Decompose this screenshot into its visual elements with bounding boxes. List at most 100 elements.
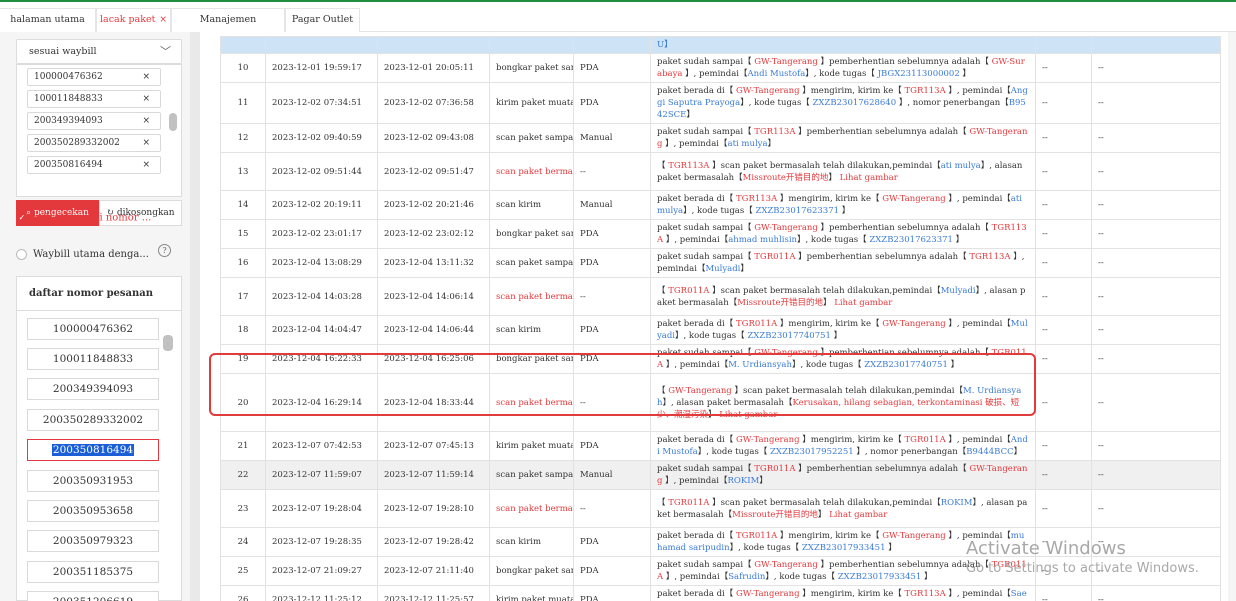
order-item[interactable]: 200350953658 (27, 500, 159, 522)
order-item[interactable]: 200351206619 (27, 591, 159, 601)
detail-link[interactable]: ZXZB23017740751 (864, 360, 948, 370)
table-cell: 2023-12-07 19:28:04 (265, 489, 378, 528)
detail-link[interactable]: ZXZB23017623371 (755, 206, 839, 216)
order-item[interactable]: 200349394093 (27, 378, 159, 400)
order-item-selected[interactable]: 200350816494 (27, 439, 159, 461)
order-item[interactable]: 200350979323 (27, 530, 159, 552)
close-icon[interactable]: × (142, 135, 150, 151)
close-icon[interactable]: × (142, 113, 150, 129)
description-text: 】scan paket bermasalah telah dilakukan,p… (731, 385, 964, 396)
table-cell: 26 (220, 585, 266, 601)
table-cell: -- (1091, 373, 1221, 432)
table-row: 23 2023-12-07 19:28:04 2023-12-07 19:28:10… (220, 489, 1221, 528)
search-type-select[interactable]: sesuai waybill ﹀ (16, 39, 182, 64)
table-cell: 2023-12-04 18:33:44 (377, 373, 490, 432)
detail-link[interactable]: B9444BCC (966, 447, 1013, 457)
description-text: 】scan paket bermasalah telah dilakukan,p… (709, 160, 941, 171)
tab-track-package[interactable]: lacak paket × (96, 8, 171, 34)
order-item[interactable]: 200350931953 (27, 470, 159, 492)
tracking-table: U】 10 2023-12-01 19:59:17 2023-12-01 20:05… (220, 36, 1221, 601)
table-cell: kirim paket muatan (489, 585, 574, 601)
detail-link[interactable]: ROKIM (728, 476, 760, 486)
order-item[interactable]: 100011848833 (27, 348, 159, 370)
detail-link[interactable]: ZXZB23017933451 (838, 572, 922, 582)
table-cell: Manual (573, 123, 651, 153)
close-icon[interactable]: × (142, 91, 150, 107)
description-text: 】, pemindai【 (663, 572, 729, 582)
table-cell: -- (1091, 431, 1221, 461)
description-text: paket berada di【 (657, 589, 736, 599)
table-cell: PDA (573, 219, 651, 249)
close-icon[interactable]: × (142, 69, 150, 85)
tab-home[interactable]: halaman utama (0, 8, 96, 34)
option-main-waybill[interactable]: Waybill utama denga... (16, 249, 149, 260)
event-description: paket berada di【 TGR113A 】mengirim, kiri… (650, 190, 1036, 220)
description-text: 【 (657, 160, 669, 171)
table-cell: Manual (573, 190, 651, 220)
help-icon[interactable]: ? (158, 244, 171, 257)
detail-link[interactable]: ati mulya (941, 161, 981, 171)
location-text: Missroute开错目的地 (737, 297, 823, 308)
tab-outlet-fence[interactable]: Pagar Outlet (285, 8, 360, 34)
table-cell: 10 (220, 53, 266, 83)
detail-link[interactable]: ZXZB23017740751 (747, 331, 831, 341)
detail-link[interactable]: ZXZB23017623371 (869, 235, 953, 245)
order-item[interactable]: 100000476362 (27, 318, 159, 340)
detail-link[interactable]: JBGX23113000002 (878, 69, 960, 79)
order-item[interactable]: 200350289332002 (27, 409, 159, 431)
detail-link[interactable]: Andi Mustofa (748, 69, 806, 79)
table-cell: 2023-12-02 09:43:08 (377, 123, 490, 153)
order-list-scrollbar[interactable] (163, 335, 173, 351)
table-cell: -- (1091, 82, 1221, 124)
table-cell: 2023-12-02 23:01:17 (265, 219, 378, 249)
detail-link[interactable]: ZXZB23017628640 (813, 98, 897, 108)
detail-link[interactable]: M. Urdiansyah (728, 360, 792, 370)
view-image-link[interactable]: Lihat gambar (829, 510, 887, 520)
table-cell (265, 36, 378, 54)
location-text: GW-Tangerang (668, 385, 732, 396)
close-icon[interactable]: × (142, 157, 150, 173)
table-cell: -- (1035, 190, 1092, 220)
description-text: 】, pemindai【 (945, 435, 1011, 445)
description-text: 】mengirim, kirim ke【 (777, 531, 883, 541)
table-cell: 2023-12-07 21:11:40 (377, 556, 490, 586)
table-cell: -- (1091, 585, 1221, 601)
event-description: paket sudah sampai【 TGR113A 】pemberhenti… (650, 123, 1036, 153)
panel-divider[interactable] (190, 32, 200, 601)
view-image-link[interactable]: Lihat gambar (840, 173, 898, 183)
description-text: paket sudah sampai【 (657, 223, 755, 233)
event-description: paket berada di【 GW-Tangerang 】mengirim,… (650, 431, 1036, 461)
order-item[interactable]: 200351185375 (27, 561, 159, 583)
description-text: 】pemberhentian sebelumnya adalah【 (817, 348, 992, 358)
close-icon[interactable]: × (159, 15, 167, 25)
detail-link[interactable]: ZXZB23017952251 (770, 447, 854, 457)
detail-link[interactable]: Safrudin (728, 572, 765, 582)
waybill-scrollbar[interactable] (169, 113, 177, 131)
detail-link[interactable]: ROKIM (941, 498, 973, 508)
event-description: paket sudah sampai【 GW-Tangerang 】pember… (650, 53, 1036, 83)
description-text: 】, pemindai【 (662, 476, 728, 486)
table-cell: 2023-12-07 07:42:53 (265, 431, 378, 461)
option-check-number-info[interactable]: ✓ cek informasi nomor ... (16, 212, 151, 224)
description-text: 】 (1013, 447, 1023, 457)
table-cell: 2023-12-02 07:34:51 (265, 82, 378, 124)
description-text: 】 (740, 264, 749, 274)
order-item-label: 200350979323 (52, 535, 134, 547)
detail-link[interactable]: ati mulya (728, 139, 768, 149)
description-text: 】 (839, 206, 851, 216)
detail-link[interactable]: ahmad muhlisin (728, 235, 797, 245)
view-image-link[interactable]: Lihat gambar (834, 298, 892, 308)
detail-link[interactable]: Mulyadi (705, 264, 740, 274)
table-cell: bongkar paket sampa (489, 53, 574, 83)
detail-link[interactable]: Mulyadi (941, 286, 976, 296)
description-text: 】 (686, 110, 695, 120)
table-cell: PDA (573, 82, 651, 124)
waybill-input-box[interactable]: 100000476362 × 100011848833 × 200349394093… (16, 64, 182, 197)
description-text: 【 (657, 385, 669, 396)
detail-link[interactable]: ZXZB23017933451 (802, 543, 886, 553)
view-image-link[interactable]: Lihat gambar (719, 410, 777, 420)
tab-inventory[interactable]: Manajemen Persediaan (171, 8, 285, 47)
table-cell: 2023-12-02 23:02:12 (377, 219, 490, 249)
main-scrollbar[interactable] (1228, 32, 1236, 601)
description-text: 】 (817, 509, 830, 520)
